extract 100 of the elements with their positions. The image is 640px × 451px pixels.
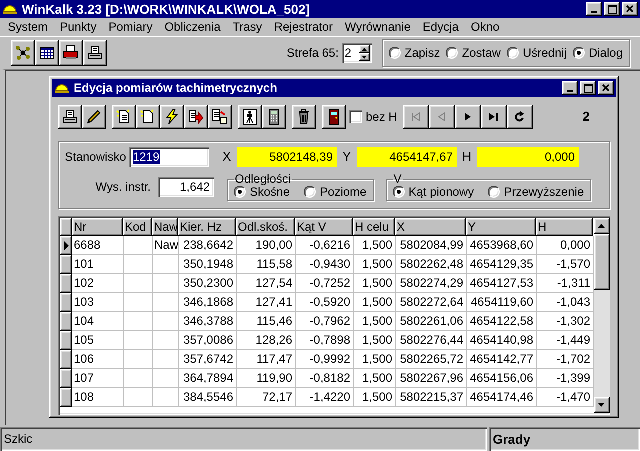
toolbar-button[interactable] bbox=[322, 104, 346, 129]
menu-item[interactable]: Punkty bbox=[54, 20, 103, 34]
close-button[interactable] bbox=[598, 81, 614, 95]
door-icon bbox=[326, 108, 342, 125]
table-cell: 1,500 bbox=[353, 292, 395, 312]
instrument-height-field[interactable]: 1,642 bbox=[158, 176, 214, 197]
save-mode-radio[interactable]: Zapisz bbox=[388, 46, 440, 60]
option-radio[interactable]: Przewyższenie bbox=[488, 184, 584, 199]
save-mode-radio[interactable]: Zostaw bbox=[446, 46, 501, 60]
nav-button[interactable] bbox=[455, 104, 482, 129]
table-cell: -0,9430 bbox=[295, 254, 353, 274]
row-indicator[interactable] bbox=[60, 254, 72, 274]
table-cell bbox=[152, 350, 178, 369]
save-mode-radio[interactable]: Dialog bbox=[572, 46, 623, 60]
row-indicator[interactable] bbox=[60, 350, 72, 369]
table-cell: -1,470 bbox=[536, 388, 593, 407]
row-indicator[interactable] bbox=[60, 312, 72, 331]
column-header[interactable]: Kod bbox=[123, 218, 152, 236]
toolbar-button[interactable] bbox=[292, 104, 316, 129]
column-header[interactable]: Naw bbox=[152, 218, 178, 236]
option-radio[interactable]: Kąt pionowy bbox=[392, 184, 474, 199]
column-header[interactable]: H bbox=[536, 218, 593, 236]
table-cell bbox=[123, 350, 152, 369]
toolbar-button[interactable] bbox=[262, 104, 286, 129]
column-header[interactable]: H celu bbox=[353, 218, 395, 236]
printer-icon bbox=[62, 108, 78, 125]
toolbar-button[interactable] bbox=[208, 104, 232, 129]
printer-icon bbox=[63, 45, 79, 61]
row-indicator[interactable] bbox=[60, 274, 72, 293]
table-cell: 357,6742 bbox=[178, 350, 236, 369]
option-radio[interactable]: Poziome bbox=[304, 184, 367, 199]
row-indicator[interactable] bbox=[60, 368, 72, 388]
table-cell: 346,3788 bbox=[178, 312, 236, 331]
toolbar-button[interactable] bbox=[59, 40, 83, 66]
minimize-button[interactable] bbox=[562, 81, 578, 95]
close-button[interactable] bbox=[622, 2, 638, 16]
column-header[interactable]: Nr bbox=[72, 218, 123, 236]
toolbar-button[interactable] bbox=[184, 104, 208, 129]
toolbar-button[interactable] bbox=[82, 104, 106, 129]
menu-item[interactable]: Edycja bbox=[416, 20, 465, 34]
column-header[interactable]: Kier. Hz bbox=[178, 218, 236, 236]
minimize-button[interactable] bbox=[586, 2, 602, 16]
row-indicator[interactable] bbox=[60, 292, 72, 312]
toolbar-button[interactable] bbox=[112, 104, 136, 129]
menu-item[interactable]: Trasy bbox=[226, 20, 268, 34]
toolbar-button[interactable] bbox=[11, 40, 35, 66]
toolbar-button[interactable] bbox=[160, 104, 184, 129]
toolbar-button[interactable] bbox=[136, 104, 160, 129]
station-field[interactable]: 1219 bbox=[129, 146, 209, 167]
menu-item[interactable]: Pomiary bbox=[102, 20, 159, 34]
table-cell bbox=[152, 368, 178, 388]
table-cell: 384,5546 bbox=[178, 388, 236, 407]
table-cell: 4654140,98 bbox=[466, 330, 536, 350]
column-header[interactable]: X bbox=[395, 218, 466, 236]
maximize-button[interactable] bbox=[604, 2, 620, 16]
maximize-button[interactable] bbox=[580, 81, 596, 95]
coordinate-value: 4654147,67 bbox=[357, 146, 457, 167]
table-cell bbox=[123, 312, 152, 331]
toolbar-button[interactable] bbox=[238, 104, 262, 129]
nav-button[interactable] bbox=[507, 104, 534, 129]
table-cell: 107 bbox=[72, 368, 123, 388]
coordinate-value: 0,000 bbox=[477, 146, 579, 167]
menu-item[interactable]: Obliczenia bbox=[158, 20, 227, 34]
table-cell: 5802265,72 bbox=[395, 350, 466, 369]
table-cell: -1,449 bbox=[536, 330, 593, 350]
row-indicator[interactable] bbox=[60, 236, 72, 255]
table-cell: 103 bbox=[72, 292, 123, 312]
network-icon bbox=[15, 45, 31, 61]
table-cell: -1,702 bbox=[536, 350, 593, 369]
table-cell bbox=[152, 292, 178, 312]
nav-button[interactable] bbox=[481, 104, 508, 129]
zone-spinner[interactable]: 2 bbox=[342, 43, 372, 63]
table-cell bbox=[123, 292, 152, 312]
checkbox[interactable] bbox=[349, 110, 362, 124]
menu-item[interactable]: Rejestrator bbox=[268, 20, 339, 34]
toolbar-button[interactable] bbox=[58, 104, 82, 129]
menu-item[interactable]: Wyrównanie bbox=[339, 20, 417, 34]
table-cell: 102 bbox=[72, 274, 123, 293]
printer-icon bbox=[87, 45, 103, 61]
table-cell: 1,500 bbox=[353, 274, 395, 293]
group-title: V bbox=[392, 172, 403, 186]
option-radio[interactable]: Skośne bbox=[234, 184, 290, 199]
table-cell: 115,46 bbox=[236, 312, 295, 331]
maximize-icon bbox=[608, 4, 616, 14]
table-cell: 106 bbox=[72, 350, 123, 369]
table-cell: 4654129,35 bbox=[466, 254, 536, 274]
toolbar-button[interactable] bbox=[35, 40, 59, 66]
table-cell: -1,570 bbox=[536, 254, 593, 274]
column-header[interactable]: Kąt V bbox=[295, 218, 353, 236]
row-indicator[interactable] bbox=[60, 388, 72, 407]
table-cell: 4654127,53 bbox=[466, 274, 536, 293]
row-indicator[interactable] bbox=[60, 330, 72, 350]
column-header[interactable]: Odl.skoś. bbox=[236, 218, 295, 236]
menu-item[interactable]: System bbox=[2, 20, 54, 34]
coordinate-value: 5802148,39 bbox=[237, 146, 337, 167]
toolbar-button[interactable] bbox=[83, 40, 107, 66]
column-header[interactable]: Y bbox=[466, 218, 536, 236]
menu-item[interactable]: Okno bbox=[464, 20, 506, 34]
vertical-scrollbar[interactable] bbox=[594, 218, 610, 413]
save-mode-radio[interactable]: Uśrednij bbox=[506, 46, 567, 60]
